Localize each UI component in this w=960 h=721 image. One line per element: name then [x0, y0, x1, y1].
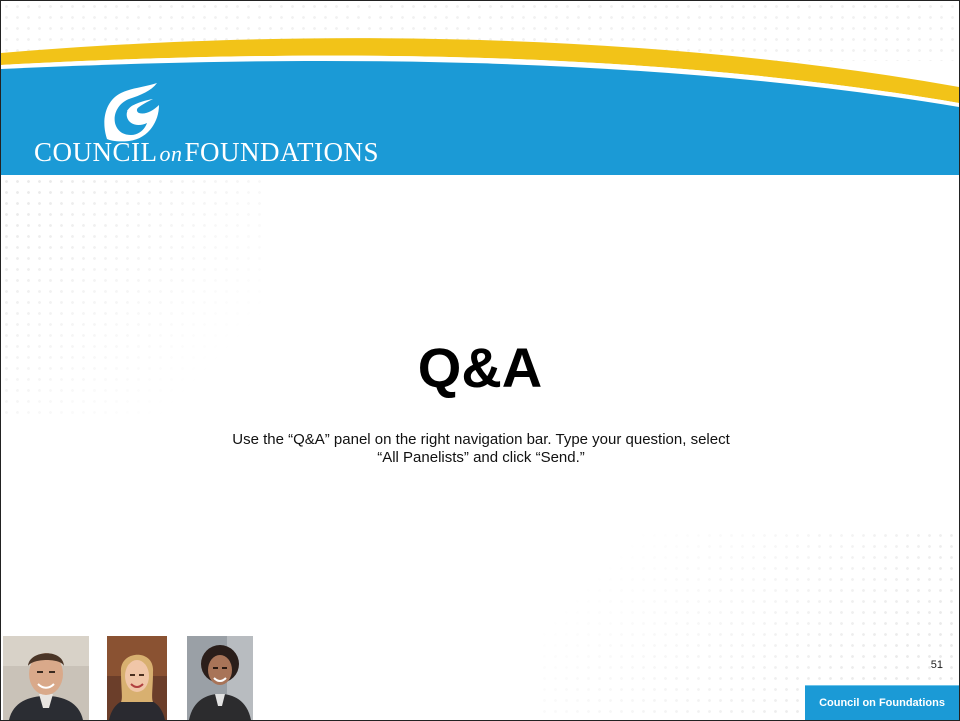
footer-brand-badge: Council on Foundations [805, 685, 959, 720]
slide: COUNCILonFOUNDATIONS Q&A Use the “Q&A” p… [0, 0, 960, 721]
panelist-photo-3 [187, 636, 253, 720]
slide-body-text: Use the “Q&A” panel on the right navigat… [232, 431, 730, 466]
org-name-part1: COUNCIL [34, 137, 158, 167]
panelist-photo-2 [107, 636, 167, 720]
org-name-part2: FOUNDATIONS [184, 137, 380, 167]
panelist-photo-1 [3, 636, 89, 720]
page-number: 51 [930, 659, 943, 671]
org-wordmark: COUNCILonFOUNDATIONS [34, 137, 379, 168]
org-name-connector: on [159, 141, 183, 166]
slide-title: Q&A [417, 336, 543, 399]
flame-leaf-logo-icon [104, 83, 159, 142]
